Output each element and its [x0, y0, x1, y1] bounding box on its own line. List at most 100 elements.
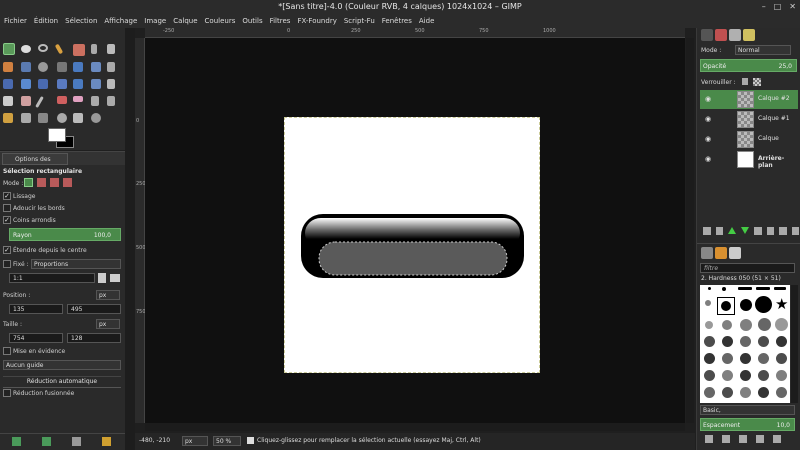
menu-outils[interactable]: Outils: [242, 14, 262, 28]
dodge-burn-tool-icon[interactable]: [91, 113, 101, 123]
brush-item[interactable]: [776, 336, 787, 347]
eye-icon[interactable]: ◉: [705, 95, 711, 103]
brush-item[interactable]: [740, 370, 751, 381]
layer-row[interactable]: ◉ Arrière-plan: [700, 150, 798, 169]
brush-item[interactable]: [704, 370, 715, 381]
brush-item[interactable]: [758, 336, 769, 347]
brush-item[interactable]: [704, 336, 715, 347]
rayon-slider[interactable]: Rayon 100,0: [9, 228, 121, 241]
brush-item[interactable]: [705, 321, 713, 329]
image[interactable]: [284, 117, 540, 373]
measure-tool-icon[interactable]: [57, 62, 67, 72]
brush-scrollbar[interactable]: [791, 285, 798, 403]
lower-layer-icon[interactable]: [741, 227, 749, 234]
raise-layer-icon[interactable]: [728, 227, 736, 234]
vertical-scrollbar[interactable]: [686, 38, 694, 423]
rect-select-tool-icon[interactable]: [3, 43, 15, 55]
ratio-input[interactable]: 1:1: [9, 273, 95, 283]
tab-tool-options[interactable]: Options des outils: [2, 153, 68, 174]
brush-item[interactable]: [774, 287, 786, 290]
fixe-checkbox[interactable]: [3, 260, 11, 268]
brush-item[interactable]: [722, 287, 726, 291]
guide-dropdown[interactable]: Aucun guide: [3, 360, 121, 370]
color-picker-tool-icon[interactable]: [21, 62, 31, 72]
eye-icon[interactable]: ◉: [705, 115, 711, 123]
close-button[interactable]: ✕: [789, 2, 796, 11]
width-input[interactable]: 754: [9, 333, 63, 343]
fusion-checkbox[interactable]: [3, 389, 11, 397]
mode-add-icon[interactable]: [37, 178, 46, 187]
mask-layer-icon[interactable]: [779, 227, 787, 235]
eye-icon[interactable]: ◉: [705, 135, 711, 143]
layer-row[interactable]: ◉ Calque: [700, 130, 798, 149]
portrait-icon[interactable]: [98, 273, 106, 283]
clone-tool-icon[interactable]: [3, 113, 13, 123]
maximize-button[interactable]: □: [774, 2, 782, 11]
scale-tool-icon[interactable]: [21, 79, 31, 89]
align-tool-icon[interactable]: [91, 62, 101, 72]
brush-item[interactable]: [722, 353, 733, 364]
menu-fichier[interactable]: Fichier: [4, 14, 27, 28]
star-brush[interactable]: ★: [775, 297, 788, 312]
brushes-tab-icon[interactable]: [701, 247, 713, 259]
lock-pixels-icon[interactable]: [742, 78, 748, 85]
brush-item[interactable]: [704, 387, 715, 398]
coins-checkbox[interactable]: ✓: [3, 216, 11, 224]
blur-tool-icon[interactable]: [57, 113, 67, 123]
crop-tool-icon[interactable]: [107, 62, 115, 72]
brush-item[interactable]: [758, 353, 769, 364]
gradients-tab-icon[interactable]: [729, 247, 741, 259]
adoucir-checkbox[interactable]: [3, 204, 11, 212]
mode-intersect-icon[interactable]: [63, 178, 72, 187]
bucket-fill-tool-icon[interactable]: [3, 96, 13, 106]
brush-item[interactable]: [740, 336, 751, 347]
airbrush-tool-icon[interactable]: [91, 96, 99, 106]
lock-alpha-icon[interactable]: [753, 78, 761, 86]
anchor-layer-icon[interactable]: [766, 227, 774, 235]
smudge-tool-icon[interactable]: [73, 113, 83, 123]
menu-selection[interactable]: Sélection: [65, 14, 97, 28]
fixe-dropdown[interactable]: Proportions: [31, 259, 121, 269]
menu-filtres[interactable]: Filtres: [270, 14, 291, 28]
zoom-tool-icon[interactable]: [38, 62, 48, 72]
height-input[interactable]: 128: [67, 333, 121, 343]
minimize-button[interactable]: –: [762, 2, 766, 11]
spacing-slider[interactable]: Espacement 10,0: [700, 418, 795, 431]
brush-item[interactable]: [708, 287, 711, 290]
position-y-input[interactable]: 495: [67, 304, 121, 314]
fuzzy-select-tool-icon[interactable]: [54, 43, 64, 55]
text-tool-icon[interactable]: [107, 79, 115, 89]
heal-tool-icon[interactable]: [21, 113, 31, 123]
brush-item[interactable]: [776, 353, 787, 364]
menu-fx-foundry[interactable]: FX-Foundry: [297, 14, 336, 28]
etendre-checkbox[interactable]: ✓: [3, 246, 11, 254]
layer-row[interactable]: ◉ Calque #1: [700, 110, 798, 129]
paths-tab-icon[interactable]: [729, 29, 741, 41]
brush-item[interactable]: [705, 300, 711, 306]
brush-item[interactable]: [758, 318, 771, 331]
brush-item[interactable]: [738, 287, 752, 290]
menu-calque[interactable]: Calque: [173, 14, 197, 28]
menu-fenetres[interactable]: Fenêtres: [382, 14, 412, 28]
mise-checkbox[interactable]: [3, 347, 11, 355]
zoom-dropdown[interactable]: 50 %: [213, 436, 241, 446]
cage-tool-icon[interactable]: [91, 79, 101, 89]
delete-options-icon[interactable]: [72, 437, 81, 446]
brush-item[interactable]: [776, 387, 787, 398]
ink-tool-icon[interactable]: [107, 96, 115, 106]
brush-item[interactable]: [758, 370, 769, 381]
landscape-icon[interactable]: [110, 274, 120, 282]
mode-subtract-icon[interactable]: [50, 178, 59, 187]
brush-item[interactable]: [740, 353, 751, 364]
brush-item[interactable]: [722, 370, 733, 381]
brush-item[interactable]: [722, 336, 733, 347]
move-tool-icon[interactable]: [73, 62, 83, 72]
brush-grid[interactable]: ★: [700, 285, 790, 403]
position-unit[interactable]: px: [96, 290, 120, 300]
perspective-clone-tool-icon[interactable]: [38, 113, 48, 123]
horizontal-scrollbar[interactable]: [145, 423, 685, 431]
menu-script-fu[interactable]: Script-Fu: [344, 14, 375, 28]
brush-item[interactable]: [722, 387, 733, 398]
duplicate-brush-icon[interactable]: [739, 435, 747, 443]
delete-layer-icon[interactable]: [791, 227, 799, 235]
